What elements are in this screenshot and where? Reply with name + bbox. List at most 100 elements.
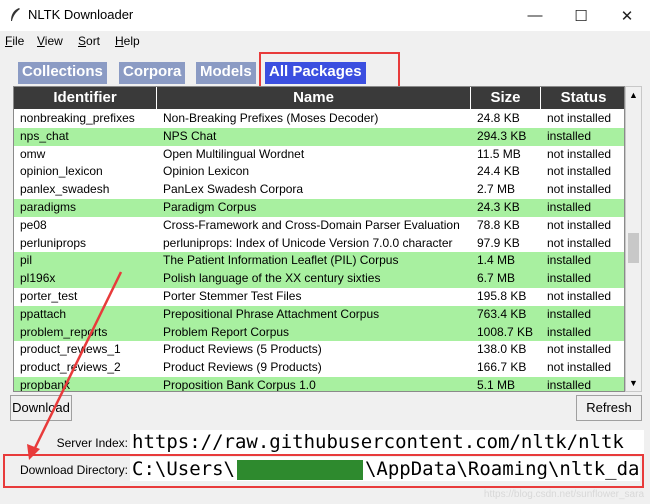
- cell-name: Porter Stemmer Test Files: [163, 288, 302, 303]
- redacted-username: [236, 459, 363, 480]
- directory-prefix: C:\Users\: [132, 458, 235, 480]
- tab-corpora[interactable]: Corpora: [119, 62, 186, 84]
- table-row[interactable]: panlex_swadesh PanLex Swadesh Corpora 2.7 …: [14, 181, 624, 199]
- cell-name: Polish language of the XX century sixtie…: [163, 271, 381, 286]
- cell-id: problem_reports: [20, 324, 108, 339]
- server-index-label: Server Index:: [56, 436, 128, 450]
- window-title: NLTK Downloader: [28, 7, 134, 22]
- cell-name: Product Reviews (5 Products): [163, 342, 322, 357]
- cell-id: nps_chat: [20, 128, 69, 143]
- menu-file[interactable]: File: [5, 34, 24, 48]
- cell-name: Cross-Framework and Cross-Domain Parser …: [163, 217, 460, 232]
- table-row[interactable]: pl196x Polish language of the XX century …: [14, 270, 624, 288]
- refresh-button[interactable]: Refresh: [576, 395, 642, 421]
- column-header-identifier[interactable]: Identifier: [14, 87, 157, 109]
- cell-name: Product Reviews (9 Products): [163, 360, 322, 375]
- scroll-up-icon[interactable]: ▲: [626, 87, 641, 103]
- cell-status: not installed: [547, 217, 612, 232]
- cell-size: 11.5 MB: [477, 146, 521, 161]
- cell-status: installed: [547, 271, 592, 286]
- cell-name: NPS Chat: [163, 128, 217, 143]
- table-row[interactable]: nps_chat NPS Chat 294.3 KB installed: [14, 127, 624, 146]
- cell-id: product_reviews_2: [20, 360, 121, 375]
- feather-icon: [11, 8, 20, 21]
- cell-id: pil: [20, 253, 33, 268]
- menu-view[interactable]: View: [37, 34, 63, 48]
- cell-id: porter_test: [20, 288, 78, 303]
- maximize-button[interactable]: ☐: [558, 0, 604, 31]
- cell-size: 763.4 KB: [477, 306, 527, 321]
- cell-size: 1.4 MB: [477, 253, 516, 268]
- download-directory-input[interactable]: C:\Users\ \AppData\Roaming\nltk_da: [130, 457, 640, 481]
- table-row[interactable]: paradigms Paradigm Corpus 24.3 KB installed: [14, 198, 624, 217]
- table-row[interactable]: opinion_lexicon Opinion Lexicon 24.4 KB not…: [14, 163, 624, 181]
- cell-size: 166.7 KB: [477, 360, 527, 375]
- table-row[interactable]: product_reviews_2 Product Reviews (9 Prod…: [14, 359, 624, 377]
- cell-name: Paradigm Corpus: [163, 199, 257, 214]
- cell-name: Open Multilingual Wordnet: [163, 146, 305, 161]
- cell-name: PanLex Swadesh Corpora: [163, 182, 304, 197]
- table-row[interactable]: propbank Proposition Bank Corpus 1.0 5.1 M…: [14, 376, 624, 392]
- table-row[interactable]: pe08 Cross-Framework and Cross-Domain Par…: [14, 217, 624, 235]
- cell-status: installed: [547, 324, 592, 339]
- table-row[interactable]: porter_test Porter Stemmer Test Files 195.…: [14, 288, 624, 306]
- cell-status: installed: [547, 253, 592, 268]
- cell-status: not installed: [547, 146, 612, 161]
- table-body: nonbreaking_prefixes Non-Breaking Prefixe…: [14, 110, 624, 392]
- title-bar: NLTK Downloader — ☐ ✕: [0, 0, 650, 31]
- table-scrollbar[interactable]: ▲ ▼: [625, 86, 642, 392]
- cell-id: panlex_swadesh: [20, 182, 110, 197]
- cell-id: perluniprops: [20, 235, 87, 250]
- cell-id: product_reviews_1: [20, 342, 121, 357]
- maximize-icon: ☐: [574, 7, 588, 25]
- close-icon: ✕: [620, 7, 634, 25]
- tab-collections[interactable]: Collections: [18, 62, 107, 84]
- cell-size: 2.7 MB: [477, 182, 516, 197]
- cell-status: installed: [547, 199, 592, 214]
- scroll-down-icon[interactable]: ▼: [626, 375, 641, 391]
- cell-name: Opinion Lexicon: [163, 164, 250, 179]
- packages-table: Identifier Name Size Status nonbreaking_…: [13, 86, 625, 392]
- cell-status: not installed: [547, 360, 612, 375]
- cell-name: The Patient Information Leaflet (PIL) Co…: [163, 253, 399, 268]
- download-directory-label: Download Directory:: [19, 463, 128, 477]
- table-row[interactable]: ppattach Prepositional Phrase Attachment …: [14, 305, 624, 324]
- table-row[interactable]: pil The Patient Information Leaflet (PIL)…: [14, 252, 624, 271]
- tab-models[interactable]: Models: [196, 62, 256, 84]
- cell-status: not installed: [547, 164, 612, 179]
- column-header-size[interactable]: Size: [471, 87, 541, 109]
- cell-size: 97.9 KB: [477, 235, 520, 250]
- minimize-icon: —: [527, 7, 543, 24]
- cell-status: not installed: [547, 342, 612, 357]
- server-index-input[interactable]: https://raw.githubusercontent.com/nltk/n…: [130, 430, 644, 454]
- cell-id: pe08: [20, 217, 47, 232]
- table-row[interactable]: nonbreaking_prefixes Non-Breaking Prefixe…: [14, 110, 624, 128]
- cell-size: 5.1 MB: [477, 377, 516, 392]
- menu-bar: File View Sort Help: [0, 31, 650, 51]
- minimize-button[interactable]: —: [512, 0, 558, 31]
- scroll-thumb[interactable]: [628, 233, 639, 263]
- column-header-name[interactable]: Name: [157, 87, 471, 109]
- cell-status: installed: [547, 306, 592, 321]
- download-button[interactable]: Download: [10, 395, 72, 421]
- table-row[interactable]: omw Open Multilingual Wordnet 11.5 MB not i…: [14, 146, 624, 164]
- cell-status: installed: [547, 128, 592, 143]
- cell-size: 195.8 KB: [477, 288, 527, 303]
- table-row[interactable]: perluniprops perluniprops: Index of Unico…: [14, 235, 624, 253]
- cell-id: nonbreaking_prefixes: [20, 111, 135, 125]
- cell-size: 24.4 KB: [477, 164, 520, 179]
- table-row[interactable]: product_reviews_1 Product Reviews (5 Prod…: [14, 341, 624, 359]
- cell-name: Non-Breaking Prefixes (Moses Decoder): [163, 111, 379, 125]
- cell-id: propbank: [20, 377, 71, 392]
- cell-size: 138.0 KB: [477, 342, 527, 357]
- close-button[interactable]: ✕: [604, 0, 650, 31]
- menu-help[interactable]: Help: [115, 34, 140, 48]
- cell-name: Problem Report Corpus: [163, 324, 290, 339]
- watermark: https://blog.csdn.net/sunflower_sara: [483, 489, 644, 500]
- cell-id: paradigms: [20, 199, 77, 214]
- column-header-status[interactable]: Status: [541, 87, 624, 109]
- menu-sort[interactable]: Sort: [78, 34, 100, 48]
- cell-size: 6.7 MB: [477, 271, 516, 286]
- cell-id: omw: [20, 146, 46, 161]
- table-row[interactable]: problem_reports Problem Report Corpus 1008…: [14, 323, 624, 342]
